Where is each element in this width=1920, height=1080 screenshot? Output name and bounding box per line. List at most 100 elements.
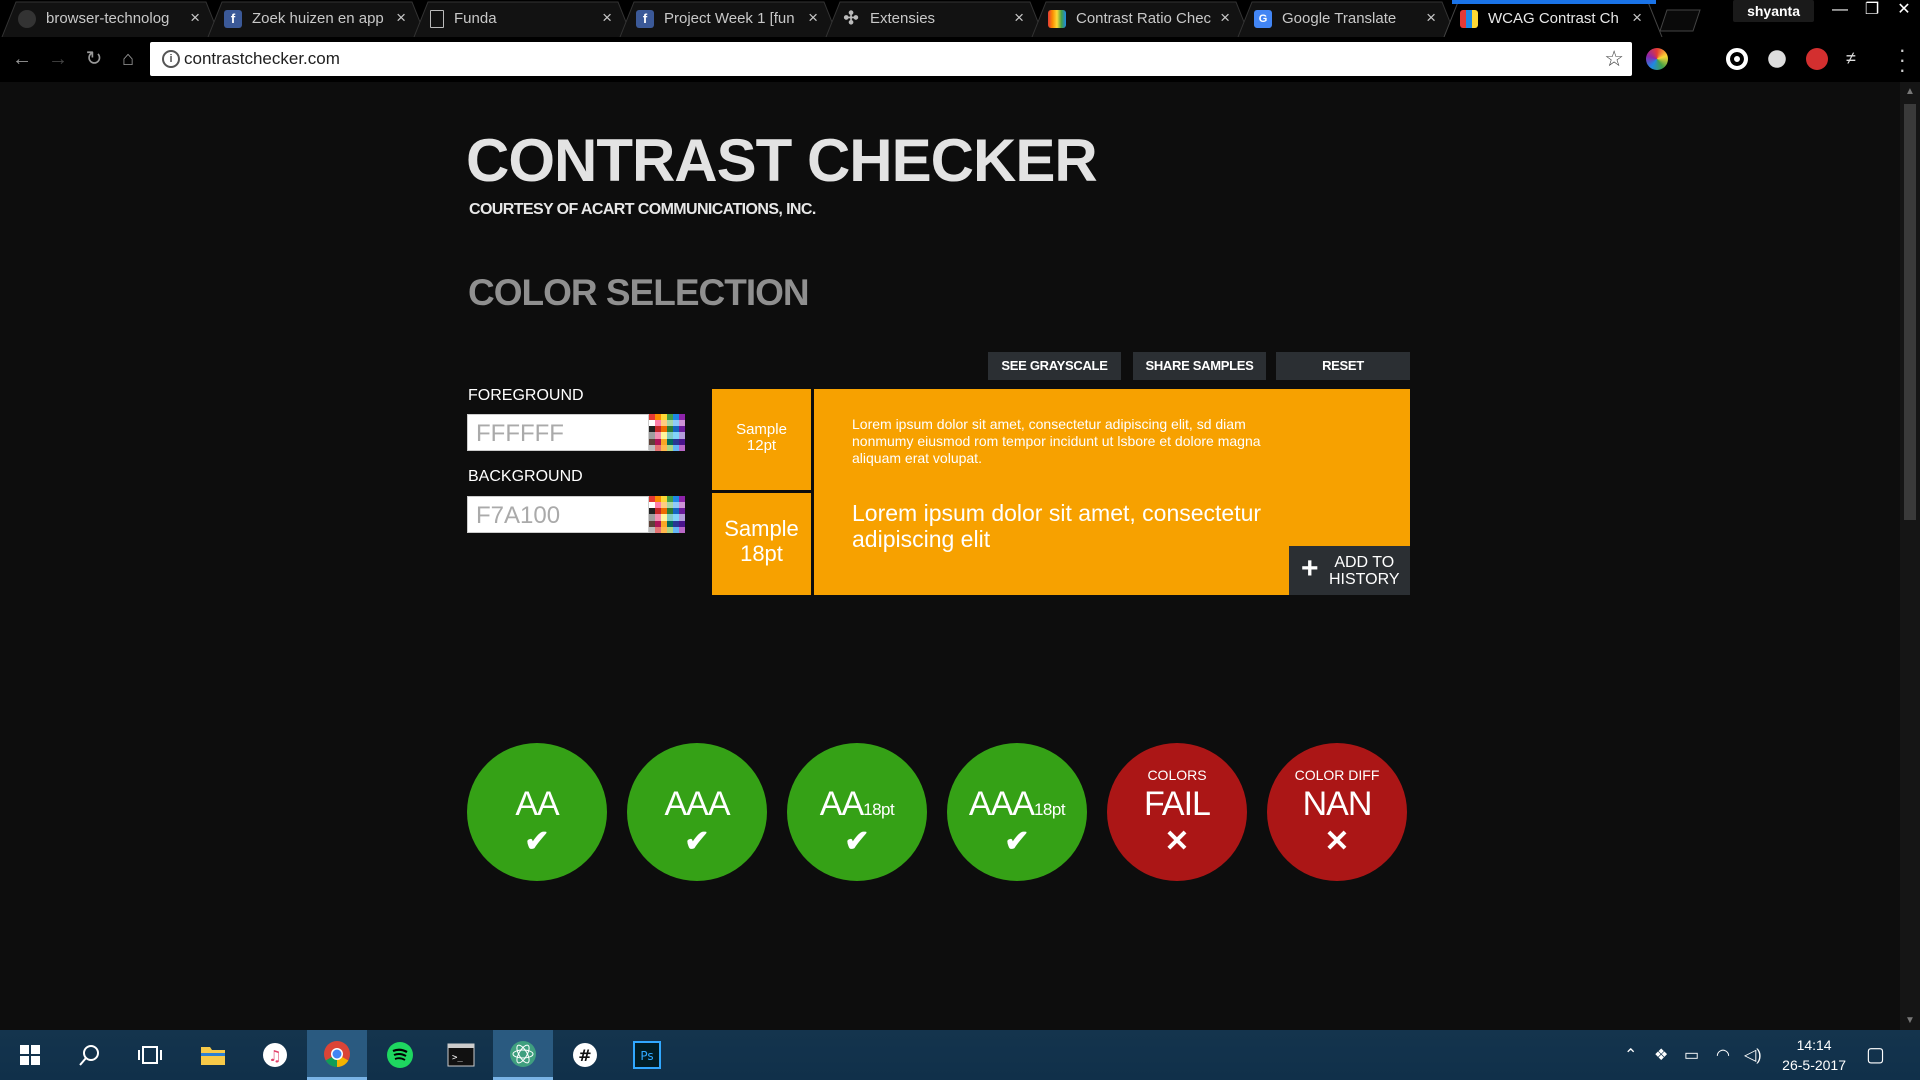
notifications-icon[interactable]: ▢	[1866, 1042, 1885, 1067]
result-label-text: NAN	[1302, 785, 1373, 823]
slack-icon[interactable]: #	[555, 1030, 615, 1080]
facebook-icon: f	[636, 9, 654, 28]
result-label-text: AA	[819, 785, 864, 823]
extension-icon[interactable]	[1768, 50, 1786, 68]
result-aa: AA ✔	[467, 743, 607, 881]
profile-button[interactable]: shyanta	[1733, 0, 1814, 22]
windows-start-icon[interactable]	[0, 1030, 60, 1080]
address-bar[interactable]: i contrastchecker.com ☆	[150, 42, 1632, 76]
clock-date: 26-5-2017	[1782, 1057, 1846, 1073]
battery-icon[interactable]: ▭	[1684, 1045, 1699, 1065]
chrome-icon[interactable]	[307, 1030, 367, 1080]
extension-icon[interactable]: ≠	[1846, 48, 1868, 70]
sample-preview: Sample 12pt Sample 18pt Lorem ipsum dolo…	[712, 389, 1410, 595]
scroll-up-icon[interactable]: ▲	[1900, 86, 1920, 97]
menu-icon[interactable]: · · ·	[1899, 39, 1906, 81]
search-icon[interactable]	[60, 1030, 120, 1080]
scroll-down-icon[interactable]: ▼	[1900, 1015, 1920, 1026]
tab-funda[interactable]: Funda ×	[412, 0, 634, 37]
chevron-up-icon[interactable]: ⌃	[1624, 1045, 1637, 1065]
result-sub: 18pt	[1033, 800, 1066, 819]
scrollbar-thumb[interactable]	[1904, 104, 1916, 520]
foreground-palette-icon[interactable]	[649, 414, 685, 451]
tab-google-translate[interactable]: G Google Translate ×	[1236, 0, 1458, 37]
spotify-icon[interactable]	[370, 1030, 430, 1080]
bookmark-star-icon[interactable]: ☆	[1604, 46, 1624, 72]
info-icon[interactable]: i	[162, 50, 180, 68]
close-tab-icon[interactable]: ×	[1014, 9, 1024, 27]
tab-extensies[interactable]: ✣ Extensies ×	[824, 0, 1046, 37]
restore-icon[interactable]: ❐	[1856, 0, 1888, 22]
terminal-icon[interactable]: >_	[431, 1030, 491, 1080]
result-caption: COLOR DIFF	[1294, 767, 1380, 783]
itunes-icon[interactable]: ♫	[245, 1030, 305, 1080]
add-to-history-label: ADD TO HISTORY	[1329, 554, 1400, 588]
check-icon: ✔	[524, 825, 550, 858]
tab-contrast-ratio[interactable]: Contrast Ratio Chec ×	[1030, 0, 1252, 37]
close-tab-icon[interactable]: ×	[396, 9, 406, 27]
tab-facebook-1[interactable]: f Zoek huizen en app ×	[206, 0, 428, 37]
atom-icon[interactable]	[493, 1030, 553, 1080]
translate-icon: G	[1254, 9, 1272, 28]
result-label: AAA18pt	[947, 785, 1087, 824]
clock[interactable]: 14:14 26-5-2017	[1782, 1035, 1846, 1075]
back-icon[interactable]: ←	[8, 45, 36, 73]
tab-github[interactable]: browser-technolog ×	[0, 0, 222, 37]
file-explorer-icon[interactable]	[183, 1030, 243, 1080]
tab-strip: browser-technolog × f Zoek huizen en app…	[0, 0, 1920, 37]
result-color-diff: COLOR DIFF NAN ✕	[1267, 743, 1407, 881]
result-aaa: AAA ✔	[627, 743, 767, 881]
photoshop-icon[interactable]: Ps	[617, 1030, 677, 1080]
result-label-text: AAA	[968, 785, 1035, 823]
close-tab-icon[interactable]: ×	[1632, 9, 1642, 27]
result-label-text: FAIL	[1144, 785, 1211, 823]
result-label: NAN	[1267, 785, 1407, 824]
share-samples-button[interactable]: SHARE SAMPLES	[1133, 352, 1266, 380]
tab-wcag-contrast[interactable]: WCAG Contrast Ch ×	[1442, 0, 1664, 37]
svg-text:#: #	[578, 1046, 591, 1065]
extension-icon[interactable]	[1726, 48, 1748, 70]
clock-time: 14:14	[1796, 1037, 1832, 1053]
adblock-icon[interactable]	[1806, 48, 1828, 70]
forward-icon[interactable]: →	[44, 45, 72, 73]
url-text[interactable]: contrastchecker.com	[184, 49, 340, 69]
facebook-icon: f	[224, 9, 242, 28]
foreground-label: FOREGROUND	[468, 387, 584, 404]
foreground-input[interactable]: FFFFFF	[467, 414, 649, 451]
see-grayscale-button[interactable]: SEE GRAYSCALE	[988, 352, 1121, 380]
tab-facebook-2[interactable]: f Project Week 1 [fun ×	[618, 0, 840, 37]
color-picker-extension-icon[interactable]	[1646, 48, 1668, 70]
reset-button[interactable]: RESET	[1276, 352, 1410, 380]
background-input[interactable]: F7A100	[467, 496, 649, 533]
tab-title: Project Week 1 [fun	[664, 10, 795, 27]
divider	[712, 490, 811, 493]
minimize-icon[interactable]: —	[1824, 0, 1856, 22]
wifi-icon[interactable]: ◠	[1716, 1045, 1730, 1065]
add-to-history-button[interactable]: + ADD TO HISTORY	[1289, 546, 1410, 595]
close-tab-icon[interactable]: ×	[190, 9, 200, 27]
background-palette-icon[interactable]	[649, 496, 685, 533]
new-tab-button[interactable]	[1658, 8, 1702, 32]
close-tab-icon[interactable]: ×	[808, 9, 818, 27]
add-to-history-line1: ADD TO	[1334, 554, 1395, 571]
volume-icon[interactable]: ◁)	[1744, 1045, 1762, 1065]
home-icon[interactable]: ⌂	[114, 45, 142, 73]
close-tab-icon[interactable]: ×	[1426, 9, 1436, 27]
task-view-icon[interactable]	[120, 1030, 180, 1080]
dropbox-icon[interactable]: ❖	[1654, 1045, 1668, 1065]
close-tab-icon[interactable]: ×	[602, 9, 612, 27]
puzzle-icon: ✣	[843, 8, 859, 28]
result-label-text: AAA	[664, 785, 730, 823]
active-tab-accent	[1452, 0, 1656, 4]
browser-toolbar: ← → ↻ ⌂ i contrastchecker.com ☆ ≠ · · ·	[0, 37, 1920, 82]
close-tab-icon[interactable]: ×	[1220, 9, 1230, 27]
palette-swatch	[679, 444, 685, 451]
result-label: AAA	[627, 785, 767, 824]
page-scrollbar[interactable]: ▲ ▼	[1900, 82, 1920, 1030]
plus-icon: +	[1301, 552, 1319, 585]
document-icon	[430, 9, 444, 28]
reload-icon[interactable]: ↻	[80, 45, 108, 73]
close-window-icon[interactable]: ✕	[1888, 0, 1920, 22]
result-label: AA	[467, 785, 607, 824]
check-icon: ✔	[844, 825, 870, 858]
